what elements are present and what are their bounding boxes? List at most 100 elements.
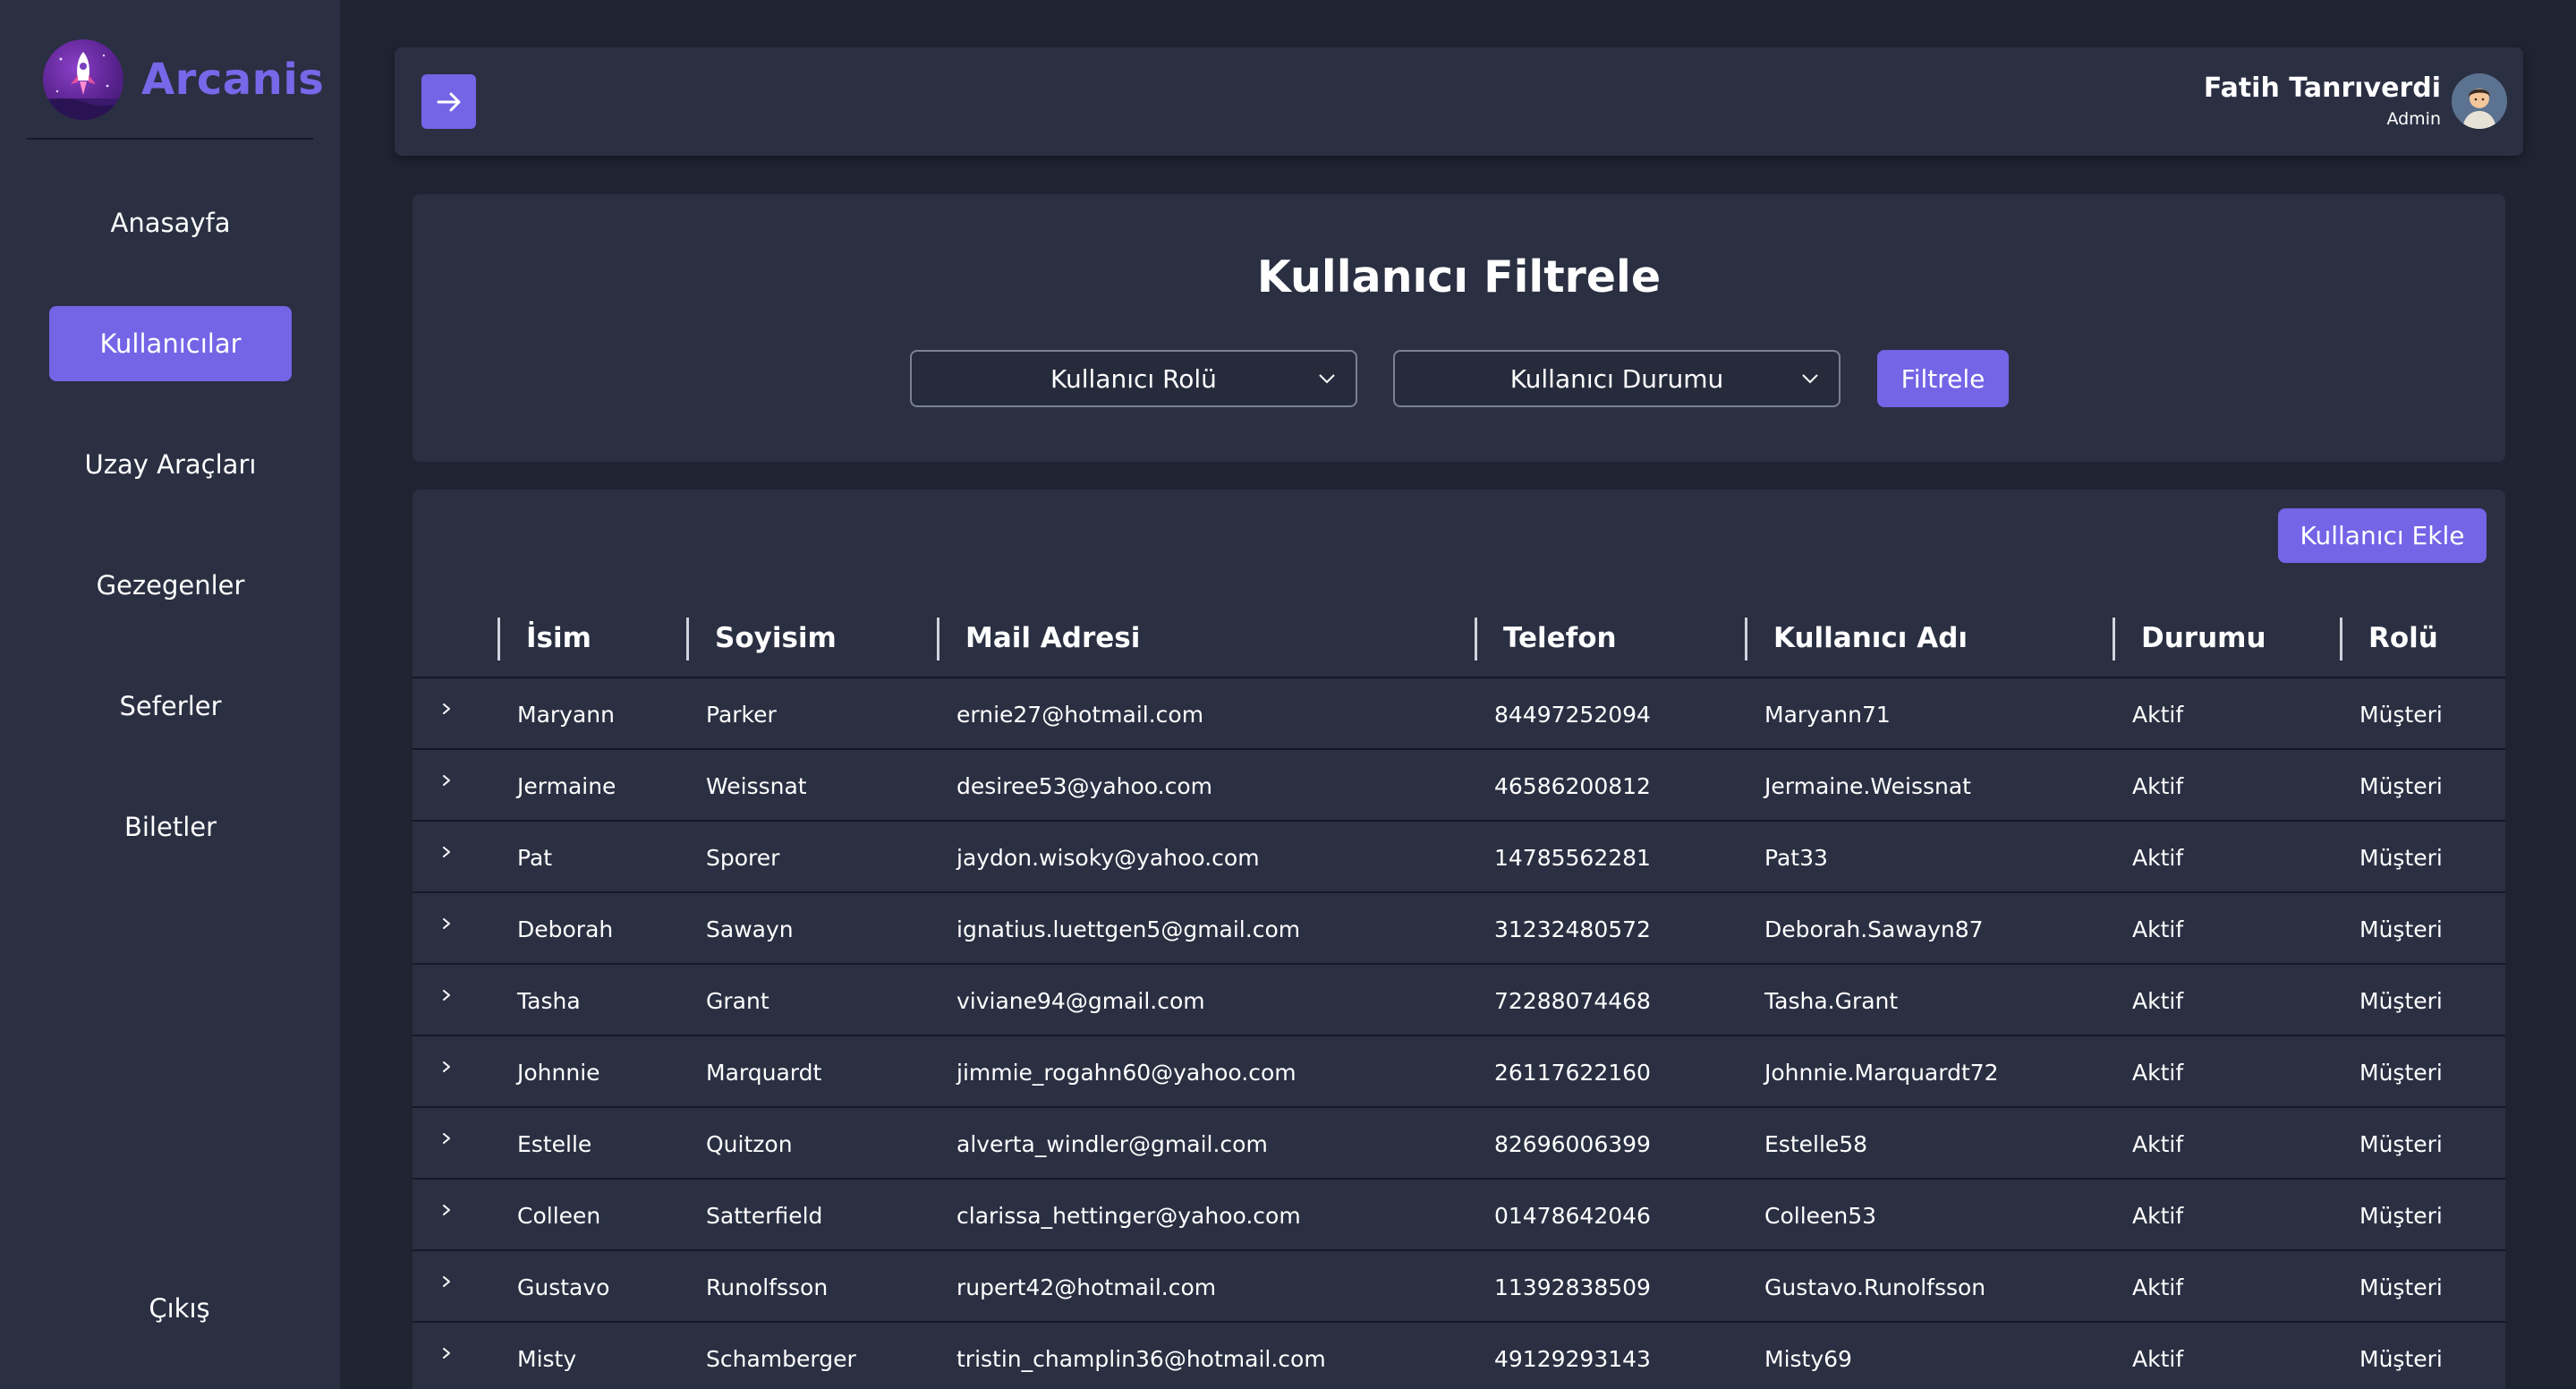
cell-isim: Johnnie — [517, 1059, 600, 1086]
cell-rolu: Müşteri — [2359, 701, 2443, 728]
cell-mail: desiree53@yahoo.com — [956, 772, 1212, 799]
sidebar-item-kullanicilar[interactable]: Kullanıcılar — [49, 306, 292, 381]
cell-isim: Jermaine — [517, 772, 616, 799]
cell-rolu: Müşteri — [2359, 1274, 2443, 1300]
chevron-down-icon — [1319, 374, 1335, 384]
table-row[interactable]: Pat Sporer jaydon.wisoky@yahoo.com 14785562… — [412, 822, 2505, 893]
table-row[interactable]: Tasha Grant viviane94@gmail.com 72288074468… — [412, 965, 2505, 1036]
cell-telefon: 14785562281 — [1494, 844, 1651, 871]
cell-kullanici-adi: Jermaine.Weissnat — [1764, 772, 1971, 799]
filter-title: Kullanıcı Filtrele — [1256, 251, 1662, 303]
sidebar: Arcanis Anasayfa Kullanıcılar Uzay Araçl… — [0, 0, 340, 1389]
chevron-right-icon[interactable] — [434, 696, 459, 721]
column-separator — [497, 618, 500, 660]
cell-durumu: Aktif — [2132, 772, 2184, 799]
cell-kullanici-adi: Deborah.Sawayn87 — [1764, 916, 1984, 942]
cell-durumu: Aktif — [2132, 1059, 2184, 1086]
cell-kullanici-adi: Pat33 — [1764, 844, 1828, 871]
arrow-right-icon — [437, 92, 460, 111]
cell-rolu: Müşteri — [2359, 844, 2443, 871]
cell-rolu: Müşteri — [2359, 772, 2443, 799]
column-header-telefon[interactable]: Telefon — [1503, 598, 1617, 678]
cell-isim: Gustavo — [517, 1274, 610, 1300]
cell-isim: Colleen — [517, 1202, 601, 1229]
chevron-right-icon[interactable] — [434, 911, 459, 936]
cell-isim: Tasha — [517, 987, 581, 1014]
chevron-right-icon[interactable] — [434, 1054, 459, 1079]
column-header-soyisim[interactable]: Soyisim — [715, 598, 837, 678]
cell-durumu: Aktif — [2132, 1274, 2184, 1300]
cell-rolu: Müşteri — [2359, 1059, 2443, 1086]
column-header-mail[interactable]: Mail Adresi — [965, 598, 1140, 678]
sidebar-item-gezegenler[interactable]: Gezegenler — [49, 548, 292, 623]
cell-kullanici-adi: Johnnie.Marquardt72 — [1764, 1059, 1999, 1086]
cell-mail: rupert42@hotmail.com — [956, 1274, 1217, 1300]
users-table-panel: Kullanıcı Ekle İsim Soyisim Mail Adresi … — [412, 490, 2505, 1389]
cell-durumu: Aktif — [2132, 1345, 2184, 1372]
table-row[interactable]: Estelle Quitzon alverta_windler@gmail.com 8… — [412, 1108, 2505, 1180]
cell-rolu: Müşteri — [2359, 987, 2443, 1014]
chevron-right-icon[interactable] — [434, 1126, 459, 1151]
chevron-right-icon[interactable] — [434, 1269, 459, 1294]
cell-telefon: 49129293143 — [1494, 1345, 1651, 1372]
status-select[interactable]: Kullanıcı Durumu — [1393, 350, 1841, 407]
role-select[interactable]: Kullanıcı Rolü — [910, 350, 1357, 407]
logout-link[interactable]: Çıkış — [58, 1271, 301, 1346]
sidebar-item-uzay-araclari[interactable]: Uzay Araçları — [49, 427, 292, 502]
cell-kullanici-adi: Gustavo.Runolfsson — [1764, 1274, 1986, 1300]
cell-mail: ernie27@hotmail.com — [956, 701, 1204, 728]
chevron-down-icon — [1802, 374, 1818, 384]
brand[interactable]: Arcanis — [43, 39, 324, 120]
sidebar-item-biletler[interactable]: Biletler — [49, 789, 292, 865]
cell-mail: jimmie_rogahn60@yahoo.com — [956, 1059, 1297, 1086]
chevron-right-icon[interactable] — [434, 1197, 459, 1223]
avatar[interactable] — [2452, 72, 2507, 129]
table-row[interactable]: Jermaine Weissnat desiree53@yahoo.com 46586… — [412, 750, 2505, 822]
cell-mail: alverta_windler@gmail.com — [956, 1130, 1268, 1157]
column-separator — [937, 618, 939, 660]
cell-soyisim: Satterfield — [706, 1202, 823, 1229]
cell-isim: Deborah — [517, 916, 614, 942]
column-header-kullanici-adi[interactable]: Kullanıcı Adı — [1773, 598, 1968, 678]
table-row[interactable]: Gustavo Runolfsson rupert42@hotmail.com 113… — [412, 1251, 2505, 1323]
brand-divider — [27, 138, 313, 140]
cell-isim: Misty — [517, 1345, 577, 1372]
sidebar-item-seferler[interactable]: Seferler — [49, 669, 292, 744]
table-row[interactable]: Deborah Sawayn ignatius.luettgen5@gmail.co… — [412, 893, 2505, 965]
column-header-isim[interactable]: İsim — [526, 598, 591, 678]
cell-mail: ignatius.luettgen5@gmail.com — [956, 916, 1301, 942]
cell-rolu: Müşteri — [2359, 1130, 2443, 1157]
table-row[interactable]: Misty Schamberger tristin_champlin36@hotma… — [412, 1323, 2505, 1389]
cell-rolu: Müşteri — [2359, 1345, 2443, 1372]
user-role: Admin — [2386, 109, 2441, 129]
chevron-right-icon[interactable] — [434, 768, 459, 793]
add-user-button[interactable]: Kullanıcı Ekle — [2278, 508, 2487, 563]
user-menu[interactable]: Fatih Tanrıverdi Admin — [2204, 72, 2507, 129]
cell-mail: clarissa_hettinger@yahoo.com — [956, 1202, 1301, 1229]
column-separator — [2113, 618, 2115, 660]
sidebar-item-anasayfa[interactable]: Anasayfa — [49, 185, 292, 260]
cell-mail: jaydon.wisoky@yahoo.com — [956, 844, 1260, 871]
cell-soyisim: Quitzon — [706, 1130, 793, 1157]
table-row[interactable]: Colleen Satterfield clarissa_hettinger@yah… — [412, 1180, 2505, 1251]
cell-soyisim: Schamberger — [706, 1345, 856, 1372]
cell-durumu: Aktif — [2132, 844, 2184, 871]
filter-button[interactable]: Filtrele — [1877, 350, 2009, 407]
column-header-rolu[interactable]: Rolü — [2368, 598, 2438, 678]
table-row[interactable]: Maryann Parker ernie27@hotmail.com 84497252… — [412, 678, 2505, 750]
table-body: Maryann Parker ernie27@hotmail.com 84497252… — [412, 678, 2505, 1389]
user-name: Fatih Tanrıverdi — [2203, 72, 2441, 104]
column-header-durumu[interactable]: Durumu — [2141, 598, 2266, 678]
cell-isim: Maryann — [517, 701, 615, 728]
chevron-right-icon[interactable] — [434, 839, 459, 865]
chevron-right-icon[interactable] — [434, 983, 459, 1008]
cell-telefon: 82696006399 — [1494, 1130, 1651, 1157]
user-info: Fatih Tanrıverdi Admin — [2204, 72, 2441, 129]
chevron-right-icon[interactable] — [434, 1341, 459, 1366]
app-root: Arcanis Anasayfa Kullanıcılar Uzay Araçl… — [0, 0, 2576, 1389]
column-separator — [1745, 618, 1747, 660]
status-select-value: Kullanıcı Durumu — [1509, 363, 1724, 394]
sidebar-toggle-button[interactable] — [421, 74, 476, 129]
cell-durumu: Aktif — [2132, 701, 2184, 728]
table-row[interactable]: Johnnie Marquardt jimmie_rogahn60@yahoo.co… — [412, 1036, 2505, 1108]
